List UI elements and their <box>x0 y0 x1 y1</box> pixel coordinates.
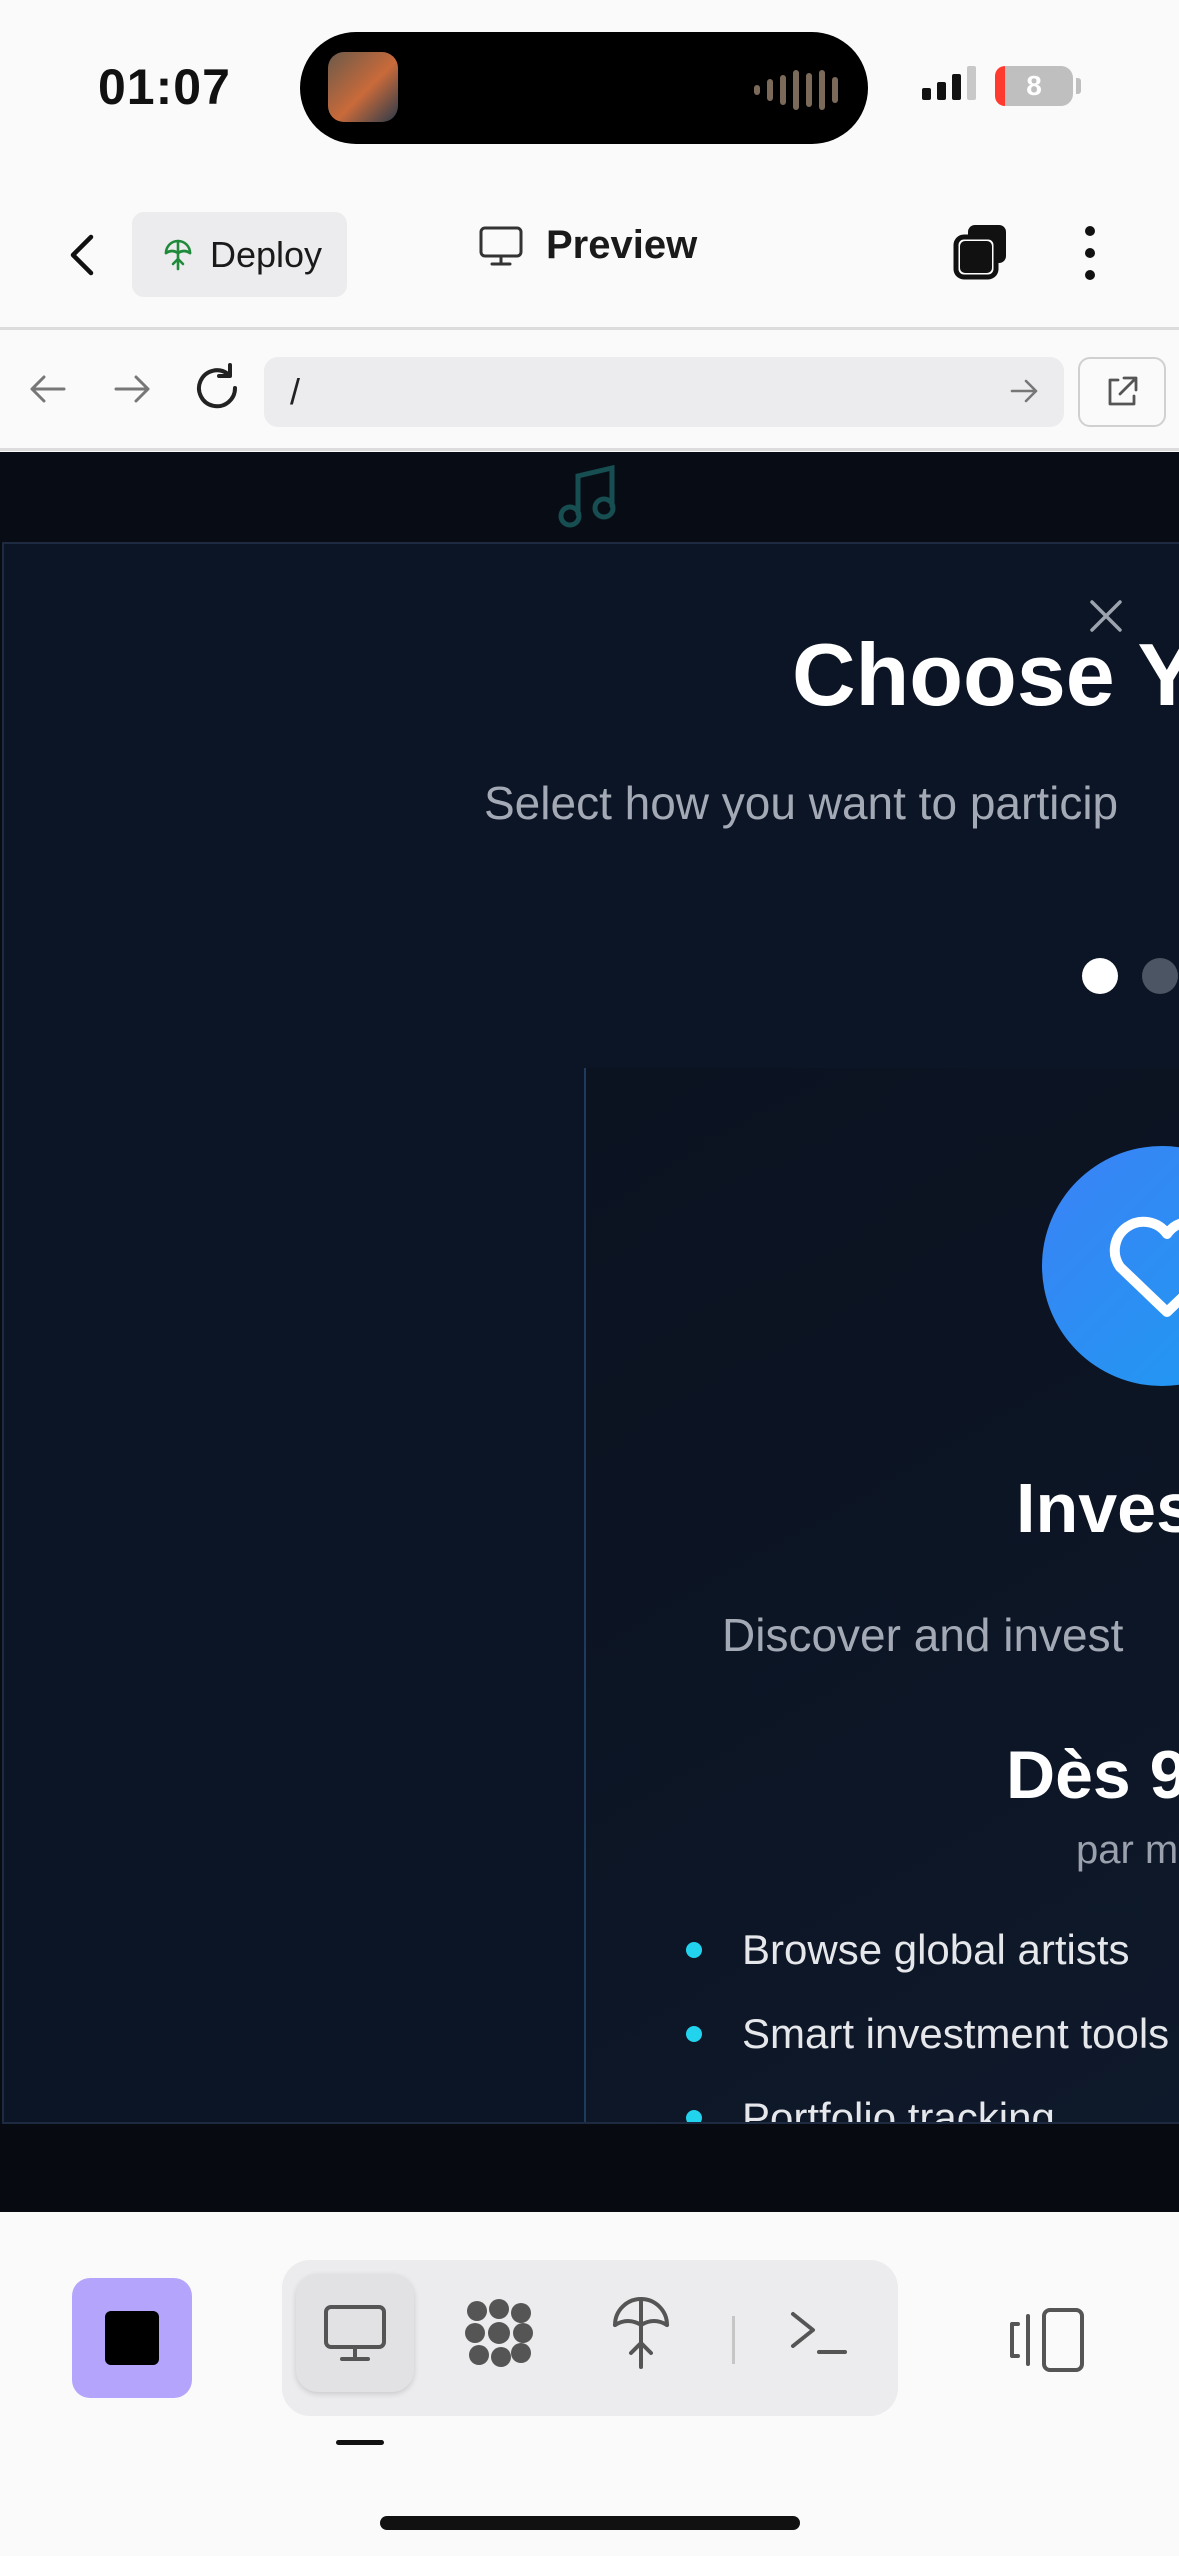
home-indicator[interactable] <box>380 2516 800 2530</box>
status-time: 01:07 <box>98 59 231 115</box>
dynamic-island[interactable] <box>300 32 868 144</box>
card-title: Inves <box>1016 1469 1179 1547</box>
view-switcher <box>282 2260 898 2416</box>
now-playing-artwork <box>328 52 398 122</box>
reload-icon <box>197 363 238 409</box>
music-note-icon <box>558 464 616 528</box>
feature-text: Portfolio tracking <box>742 2094 1055 2124</box>
url-input[interactable]: / <box>264 357 1064 427</box>
bullet-dot-icon <box>686 2110 702 2122</box>
app-header: Deploy Preview <box>0 175 1179 330</box>
monitor-icon <box>324 2305 386 2361</box>
feature-item: Browse global artists <box>686 1908 1169 1992</box>
console-view-button[interactable] <box>760 2274 878 2392</box>
active-tab-indicator <box>336 2440 384 2445</box>
browser-reload-button[interactable] <box>190 361 244 415</box>
battery-icon: 8 <box>995 66 1073 106</box>
chevron-left-icon <box>70 234 94 276</box>
browser-back-button[interactable] <box>24 365 72 413</box>
app-screen: 01:07 8 Deploy Preview / Choose Y Select… <box>0 0 1179 2556</box>
deploy-antenna-icon <box>164 239 192 270</box>
terminal-icon <box>791 2312 847 2354</box>
open-external-button[interactable] <box>1078 357 1166 427</box>
more-vertical-icon <box>1085 226 1095 280</box>
cellular-signal-icon <box>922 66 976 100</box>
layout-toggle-button[interactable] <box>1008 2304 1088 2376</box>
arrow-left-icon <box>30 375 66 403</box>
stop-icon <box>105 2311 159 2365</box>
modal-subtitle: Select how you want to particip <box>484 777 1119 829</box>
card-price: Dès 9 <box>1006 1737 1179 1813</box>
deploy-view-button[interactable] <box>582 2274 700 2392</box>
card-description: Discover and invest <box>722 1609 1124 1661</box>
deploy-label: Deploy <box>210 233 323 275</box>
feature-list: Browse global artists Smart investment t… <box>686 1908 1169 2124</box>
bullet-dot-icon <box>686 2026 702 2042</box>
status-bar: 01:07 8 <box>0 0 1179 175</box>
preview-top-strip <box>0 452 1179 542</box>
card-price-period: par m <box>1076 1828 1179 1872</box>
arrow-right-icon <box>114 375 150 403</box>
preview-tab[interactable]: Preview <box>478 223 697 268</box>
monitor-icon <box>479 226 523 265</box>
choose-role-modal: Choose Y Select how you want to particip… <box>2 542 1179 2124</box>
tabs-button[interactable] <box>950 221 1014 285</box>
carousel-dot[interactable] <box>1142 958 1178 994</box>
external-link-icon <box>1108 376 1138 406</box>
preview-viewport: Choose Y Select how you want to particip… <box>0 452 1179 2212</box>
url-text: / <box>290 371 301 412</box>
carousel-dot-active[interactable] <box>1082 958 1118 994</box>
battery-nub <box>1076 78 1081 94</box>
deploy-antenna-icon <box>613 2297 669 2369</box>
preview-view-button[interactable] <box>296 2274 414 2392</box>
feature-text: Smart investment tools <box>742 2010 1170 2057</box>
split-panel-icon <box>1010 2308 1084 2372</box>
heart-icon <box>1109 1216 1179 1317</box>
stacked-tabs-icon <box>953 225 1006 280</box>
modal-title: Choose Y <box>792 625 1179 724</box>
preview-label: Preview <box>546 223 698 267</box>
code-view-button[interactable] <box>440 2274 558 2392</box>
investor-option-card[interactable]: Inves Discover and invest Dès 9 par m Br… <box>584 1068 1179 2124</box>
feature-text: Browse global artists <box>742 1926 1130 1973</box>
deploy-button[interactable]: Deploy <box>132 212 347 297</box>
preview-bottom-strip <box>0 2124 1179 2212</box>
bottom-toolbar <box>0 2212 1179 2556</box>
bullet-dot-icon <box>686 1942 702 1958</box>
back-button[interactable] <box>55 225 115 285</box>
switcher-divider <box>732 2316 735 2364</box>
go-arrow-icon[interactable] <box>1006 373 1042 409</box>
heart-icon-badge <box>1042 1146 1179 1386</box>
more-options-button[interactable] <box>1070 221 1110 285</box>
feature-item: Portfolio tracking <box>686 2076 1169 2124</box>
browser-forward-button[interactable] <box>108 365 156 413</box>
browser-toolbar: / <box>0 333 1179 451</box>
stop-button[interactable] <box>72 2278 192 2398</box>
blocks-cluster-icon <box>465 2299 533 2367</box>
feature-item: Smart investment tools <box>686 1992 1169 2076</box>
audio-waveform-icon <box>754 70 838 110</box>
battery-level: 8 <box>1026 70 1042 101</box>
